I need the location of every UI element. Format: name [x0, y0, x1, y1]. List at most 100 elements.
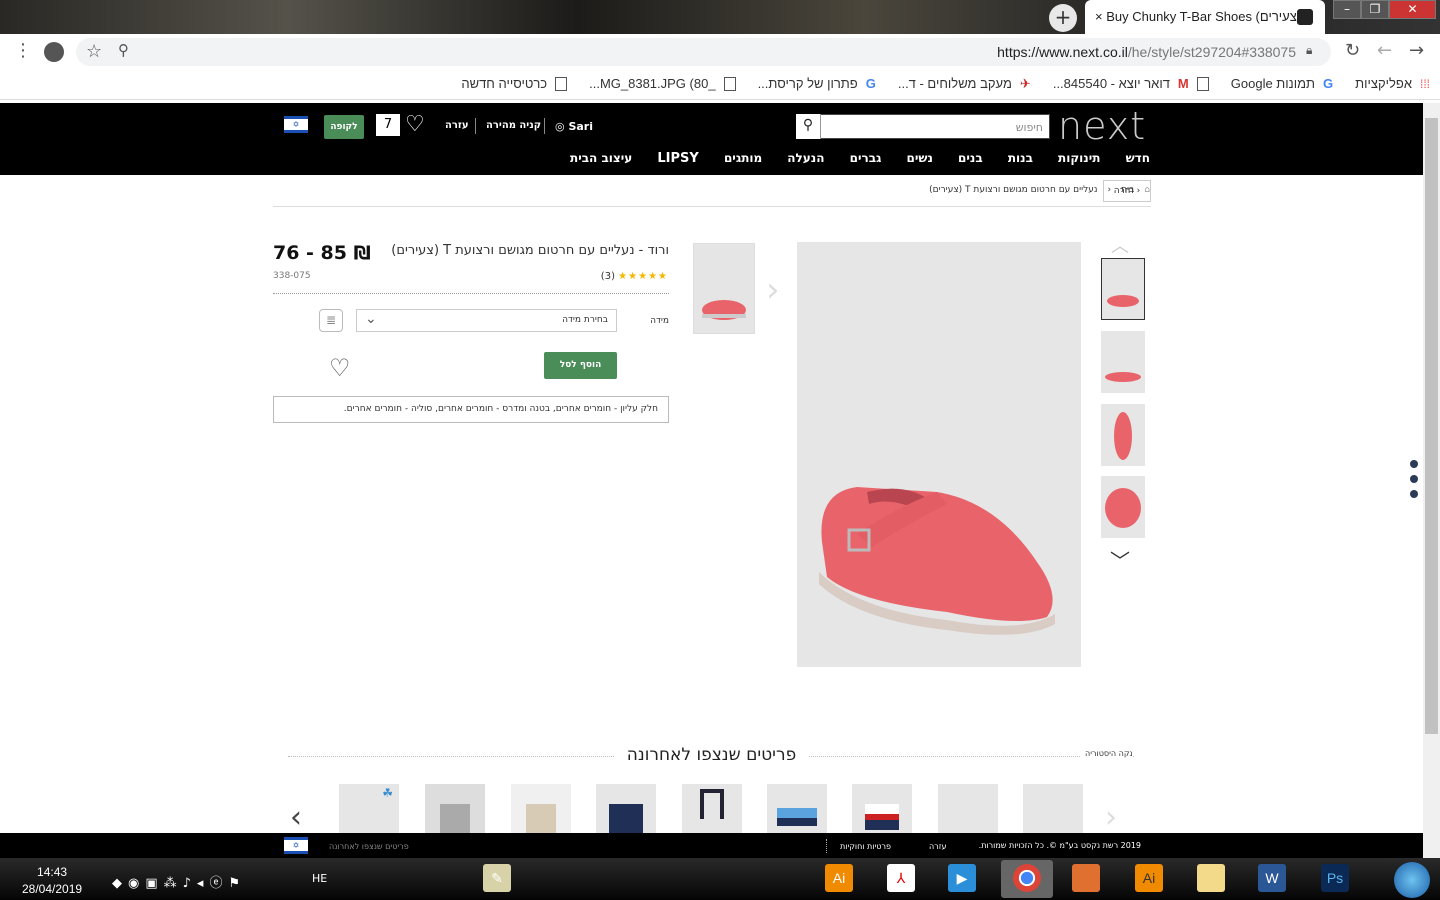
product-main-image[interactable] — [797, 242, 1081, 667]
system-clock[interactable]: 14:43 28/04/2019 — [22, 864, 82, 898]
recent-item[interactable] — [938, 784, 998, 833]
footer-recent-link[interactable]: פריטים שנצפו לאחרונה — [329, 842, 409, 851]
account-link[interactable]: ◎ Sari — [555, 120, 593, 133]
nav-girls[interactable]: בנות — [1008, 151, 1033, 166]
nav-boys[interactable]: בנים — [958, 151, 983, 166]
search-icon[interactable]: ⚲ — [796, 114, 821, 139]
recent-item[interactable] — [511, 784, 571, 833]
photoshop-icon[interactable]: Ps — [1321, 864, 1349, 892]
breadcrumb-home[interactable]: בית — [1121, 185, 1134, 195]
footer-privacy-link[interactable]: פרטיות וחוקיות — [840, 842, 891, 851]
language-indicator[interactable]: HE — [312, 872, 327, 885]
next-arrow-icon[interactable]: › — [766, 270, 780, 310]
back-arrow-icon[interactable]: ← — [1377, 40, 1392, 61]
divider — [544, 118, 545, 134]
new-tab-button[interactable]: + — [1049, 4, 1077, 32]
nav-footwear[interactable]: הנעלה — [787, 151, 824, 166]
forward-arrow-icon[interactable]: → — [1409, 40, 1424, 61]
bookmark-outbox[interactable]: M דואר יוצא - 845540... — [1053, 76, 1209, 91]
illustrator-icon[interactable]: Ai — [825, 864, 853, 892]
carousel-next-icon[interactable]: › — [1105, 800, 1117, 835]
bookmark-jpg[interactable]: _MG_8381.JPG (80... — [589, 76, 736, 91]
word-icon[interactable]: W — [1258, 864, 1286, 892]
recent-item[interactable] — [1023, 784, 1083, 833]
windows-start-icon[interactable] — [1394, 862, 1430, 898]
bookmark-crash[interactable]: G פתרון של קריסת... — [758, 76, 876, 91]
nav-new[interactable]: חדש — [1126, 151, 1150, 166]
recent-item[interactable] — [596, 784, 656, 833]
side-dot[interactable] — [1410, 460, 1418, 468]
thumbnail-1[interactable] — [1101, 258, 1145, 320]
quick-buy-link[interactable]: קניה מהירה — [486, 120, 541, 131]
next-logo[interactable]: next — [1058, 104, 1146, 148]
close-tab-icon[interactable]: × — [1095, 9, 1103, 24]
add-favourite-heart-icon[interactable]: ♡ — [329, 354, 351, 382]
thumbnail-2[interactable] — [1101, 331, 1145, 393]
bookmark-star-icon[interactable]: ☆ — [86, 41, 102, 62]
bookmark-new-tab[interactable]: כרטיסייה חדשה — [461, 76, 568, 91]
add-to-bag-button[interactable]: הוסף לסל — [544, 352, 617, 379]
carousel-prev-icon[interactable]: ‹ — [290, 800, 302, 835]
acrobat-icon[interactable]: ⅄ — [887, 864, 915, 892]
thumbs-up-arrow-icon[interactable]: ︿ — [1111, 232, 1129, 258]
recent-item[interactable] — [425, 784, 485, 833]
nav-women[interactable]: נשים — [907, 151, 933, 166]
menu-icon[interactable]: ⋮ — [14, 40, 32, 61]
product-rating[interactable]: ★★★★★ (3) — [601, 271, 668, 282]
product-code: 338-075 — [273, 271, 311, 281]
minimize-button[interactable]: – — [1333, 0, 1361, 19]
media-player-icon[interactable]: ▶ — [948, 864, 976, 892]
divider — [273, 206, 1151, 207]
israel-flag-icon[interactable]: ✡ — [284, 837, 308, 854]
nav-home[interactable]: עיצוב הבית — [570, 151, 632, 166]
reload-icon[interactable]: ↻ — [1345, 40, 1360, 61]
profile-avatar[interactable] — [44, 42, 64, 62]
close-window-button[interactable]: ✕ — [1389, 0, 1436, 19]
side-dot[interactable] — [1410, 475, 1418, 483]
chrome-icon[interactable] — [1013, 864, 1041, 892]
recent-item[interactable] — [682, 784, 742, 833]
scrollbar-thumb[interactable] — [1425, 118, 1438, 734]
checkout-button[interactable]: לקופה — [324, 115, 364, 139]
help-link[interactable]: עזרה — [445, 120, 469, 131]
illustrator-icon[interactable]: Ai — [1135, 864, 1163, 892]
side-dot[interactable] — [1410, 490, 1418, 498]
thumbnail-4[interactable] — [1101, 476, 1145, 538]
thumbnail-3[interactable] — [1101, 404, 1145, 466]
recent-item[interactable]: ☘ — [339, 784, 399, 833]
file-explorer-icon[interactable] — [1197, 864, 1225, 892]
bookmark-google-images[interactable]: G תמונות Google — [1231, 76, 1333, 91]
nav-lipsy[interactable]: LIPSY — [657, 151, 698, 166]
home-icon[interactable]: ⌂ — [1144, 185, 1150, 195]
google-icon: G — [865, 76, 876, 91]
nav-men[interactable]: גברים — [850, 151, 882, 166]
color-swatch-thumbnail[interactable] — [693, 243, 755, 334]
maximize-button[interactable]: ❐ — [1361, 0, 1389, 19]
favourites-heart-icon[interactable]: ♡ — [405, 112, 425, 137]
footer-help-link[interactable]: עזרה — [929, 842, 947, 851]
favicon-icon — [1297, 9, 1313, 25]
search-input[interactable]: חיפוש — [796, 114, 1050, 139]
size-guide-icon[interactable]: ≣ — [319, 309, 343, 332]
size-select[interactable]: בחירת מידה ⌄ — [356, 309, 617, 332]
cart-bag-icon[interactable]: 7 — [376, 114, 400, 136]
taskbar-app-icon[interactable]: ✎ — [483, 864, 511, 892]
zoom-icon[interactable]: ⚲ — [118, 41, 129, 59]
copyright: 2019 רשת נקסט בע"מ ©. כל הזכויות שמורות. — [978, 841, 1141, 850]
breadcrumb-current: נעליים עם חרטום מגושם ורצועת T (צעירים) — [929, 185, 1098, 195]
nav-brands[interactable]: מותגים — [724, 151, 762, 166]
bookmark-apps[interactable]: ⁞⁞⁞ אפליקציות — [1355, 76, 1430, 91]
divider — [475, 118, 476, 134]
bookmark-tracking[interactable]: ✈ מעקב משלוחים - ד... — [898, 76, 1031, 92]
browser-tab[interactable]: × Buy Chunky T-Bar Shoes (צעירים) — [1085, 0, 1325, 34]
rating-stars: ★★★★★ — [618, 271, 668, 282]
picture-viewer-icon[interactable] — [1072, 864, 1100, 892]
system-tray-icons[interactable]: ◆◉▣⁂♪◂ⓔ⚑ — [112, 872, 246, 891]
thumbs-down-arrow-icon[interactable]: ﹀ — [1110, 545, 1130, 574]
recent-item[interactable] — [767, 784, 827, 833]
israel-flag-icon[interactable]: ✡ — [284, 116, 308, 133]
recent-item[interactable] — [852, 784, 912, 833]
nav-baby[interactable]: תינוקות — [1058, 151, 1100, 166]
url-input[interactable]: https://www.next.co.il/he/style/st297204… — [76, 38, 1331, 66]
clear-history-link[interactable]: נקה היסטוריה — [1081, 749, 1133, 758]
